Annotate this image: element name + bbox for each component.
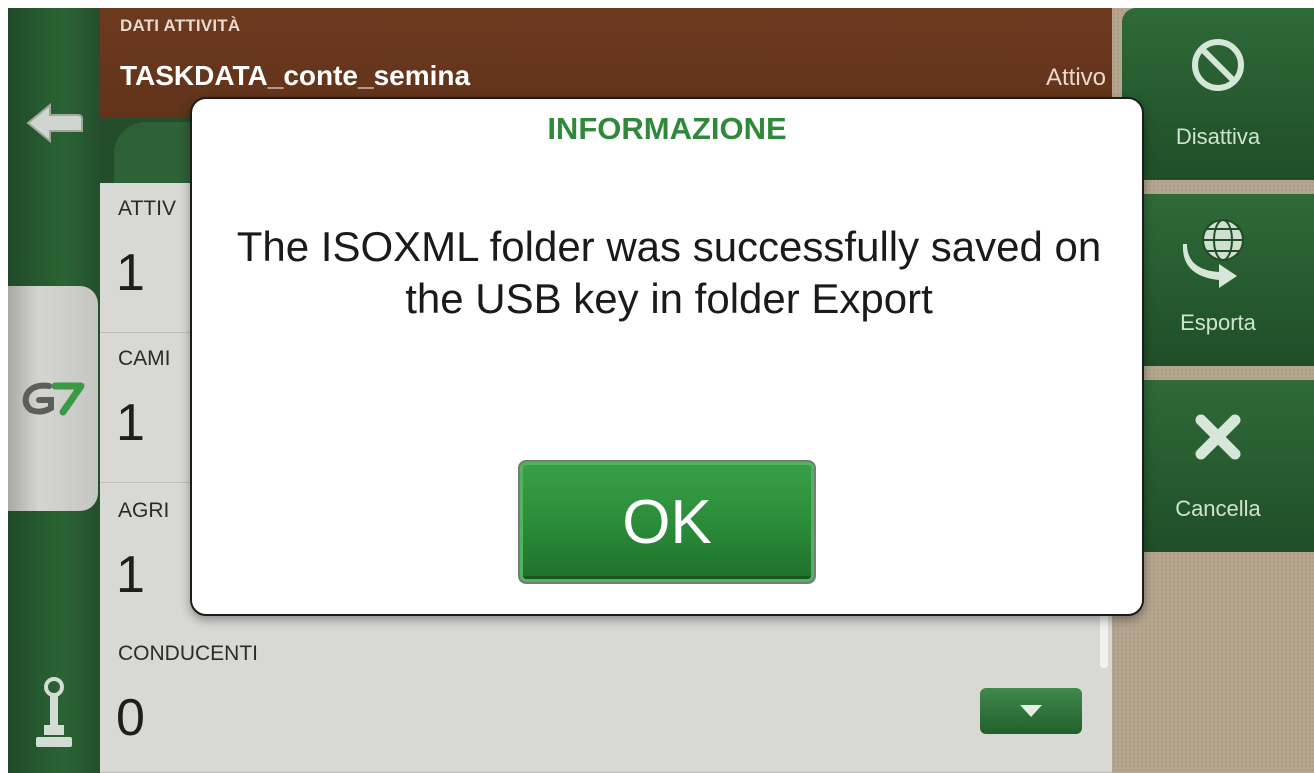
dialog-title: INFORMAZIONE	[547, 111, 787, 146]
dialog-overlay: INFORMAZIONE The ISOXML folder was succe…	[0, 0, 1314, 773]
dialog-message: The ISOXML folder was successfully saved…	[236, 223, 1102, 322]
info-dialog: INFORMAZIONE The ISOXML folder was succe…	[190, 97, 1144, 616]
ok-button[interactable]: OK	[518, 460, 816, 584]
